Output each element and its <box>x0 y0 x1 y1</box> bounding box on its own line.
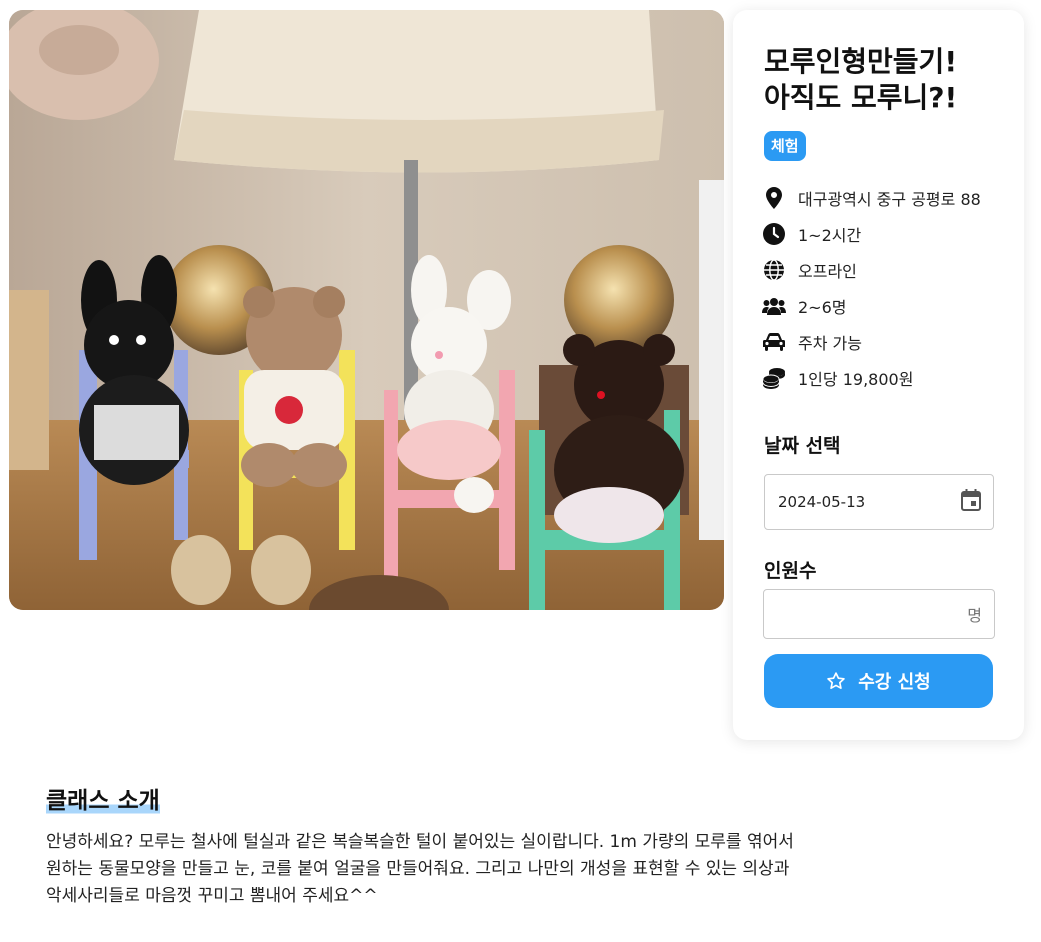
apply-button[interactable]: 수강 신청 <box>764 654 993 708</box>
info-price-text: 1인당 19,800원 <box>798 370 914 389</box>
coins-icon <box>762 366 786 390</box>
star-outline-icon <box>826 671 846 691</box>
info-capacity-text: 2~6명 <box>798 298 847 317</box>
info-price: 1인당 19,800원 <box>762 360 981 396</box>
info-duration: 1~2시간 <box>762 216 981 252</box>
date-label: 날짜 선택 <box>764 435 841 457</box>
class-info-card: 모루인형만들기! 아직도 모루니?! 체험 대구광역시 중구 공평로 88 1~… <box>733 10 1024 740</box>
car-icon <box>762 330 786 354</box>
class-info-list: 대구광역시 중구 공평로 88 1~2시간 오프라인 2~6명 주차 가능 1인… <box>762 180 981 396</box>
clock-icon <box>762 222 786 246</box>
info-location: 대구광역시 중구 공평로 88 <box>762 180 981 216</box>
class-intro-body: 안녕하세요? 모루는 철사에 털실과 같은 복슬복슬한 털이 붙어있는 실이랍니… <box>46 832 794 906</box>
info-format-text: 오프라인 <box>798 262 857 281</box>
info-format: 오프라인 <box>762 252 981 288</box>
date-input[interactable]: 2024-05-13 <box>764 474 994 530</box>
info-parking: 주차 가능 <box>762 324 981 360</box>
users-icon <box>762 294 786 318</box>
class-title: 모루인형만들기! 아직도 모루니?! <box>764 45 958 114</box>
apply-button-label: 수강 신청 <box>858 672 931 693</box>
people-count-field[interactable]: 명 <box>763 589 995 639</box>
info-parking-text: 주차 가능 <box>798 334 862 353</box>
globe-icon <box>762 258 786 282</box>
category-badge: 체험 <box>764 131 806 161</box>
info-duration-text: 1~2시간 <box>798 226 862 245</box>
calendar-icon[interactable] <box>961 489 981 515</box>
info-location-text: 대구광역시 중구 공평로 88 <box>798 190 981 209</box>
people-unit: 명 <box>967 606 982 625</box>
location-pin-icon <box>762 186 786 210</box>
date-value: 2024-05-13 <box>778 493 866 511</box>
info-capacity: 2~6명 <box>762 288 981 324</box>
people-label: 인원수 <box>764 560 817 582</box>
class-intro-title: 클래스 소개 <box>46 786 160 816</box>
people-count-input[interactable] <box>776 603 968 625</box>
class-photo <box>9 10 724 610</box>
